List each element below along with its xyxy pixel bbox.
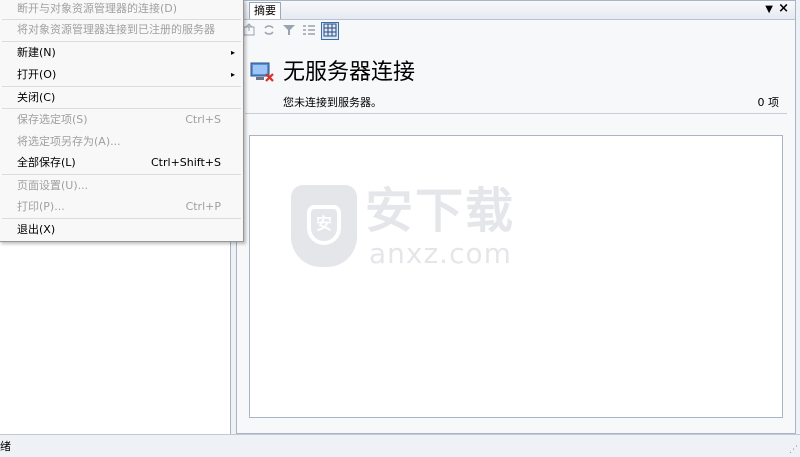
list-view-icon[interactable] bbox=[301, 23, 317, 39]
menu-item-label: 保存选定项(S) bbox=[17, 113, 88, 126]
menu-item-connect-registered[interactable]: 将对象资源管理器连接到已注册的服务器 bbox=[0, 19, 243, 41]
tab-summary-label: 摘要 bbox=[254, 4, 276, 17]
details-view-icon[interactable] bbox=[321, 22, 339, 40]
divider bbox=[245, 113, 787, 114]
menu-item-page-setup[interactable]: 页面设置(U)... bbox=[0, 175, 243, 197]
menu-item-label: 将对象资源管理器连接到已注册的服务器 bbox=[17, 23, 215, 36]
menu-item-label: 新建(N) bbox=[17, 46, 56, 59]
file-menu: 断开与对象资源管理器的连接(D) 将对象资源管理器连接到已注册的服务器 新建(N… bbox=[0, 0, 244, 242]
summary-list-view[interactable] bbox=[249, 135, 783, 418]
status-text: 绪 bbox=[0, 440, 11, 453]
menu-shortcut: Ctrl+Shift+S bbox=[151, 156, 221, 169]
menu-item-label: 打印(P)... bbox=[17, 200, 65, 213]
watermark-shield-icon: 安 bbox=[291, 185, 357, 267]
submenu-arrow-icon: ▸ bbox=[230, 48, 235, 57]
menu-item-label: 关闭(C) bbox=[17, 91, 56, 104]
summary-message: 您未连接到服务器。 bbox=[283, 96, 382, 109]
menu-item-save-as[interactable]: 将选定项另存为(A)... bbox=[0, 131, 243, 153]
page-title: 无服务器连接 bbox=[283, 60, 416, 85]
menu-item-label: 页面设置(U)... bbox=[17, 179, 89, 192]
menu-item-save-selected[interactable]: 保存选定项(S) Ctrl+S bbox=[0, 109, 243, 131]
watermark: 安 安下载 anxz.com bbox=[291, 185, 521, 275]
resize-grip-icon[interactable]: ⋰ bbox=[789, 445, 798, 455]
menu-item-disconnect[interactable]: 断开与对象资源管理器的连接(D) bbox=[0, 0, 243, 20]
watermark-domain: anxz.com bbox=[369, 237, 512, 270]
panel-dropdown-icon[interactable]: ▼ bbox=[765, 2, 773, 18]
menu-item-exit[interactable]: 退出(X) bbox=[0, 219, 243, 241]
close-icon[interactable]: × bbox=[778, 1, 789, 17]
sync-icon[interactable] bbox=[261, 23, 277, 39]
menu-item-label: 将选定项另存为(A)... bbox=[17, 135, 121, 148]
summary-header: 摘要 ▼ × bbox=[237, 1, 795, 20]
filter-icon[interactable] bbox=[281, 23, 297, 39]
item-count: 0 项 bbox=[757, 96, 780, 109]
tab-summary[interactable]: 摘要 bbox=[249, 2, 281, 19]
status-bar: 绪 ⋰ bbox=[0, 434, 800, 457]
menu-shortcut: Ctrl+S bbox=[185, 113, 221, 126]
menu-item-close[interactable]: 关闭(C) bbox=[0, 87, 243, 109]
summary-toolbar bbox=[237, 21, 795, 41]
menu-item-label: 退出(X) bbox=[17, 223, 56, 236]
watermark-shield-glyph: 安 bbox=[307, 205, 341, 245]
menu-item-label: 全部保存(L) bbox=[17, 156, 76, 169]
watermark-text: 安下载 bbox=[365, 183, 516, 239]
menu-item-print[interactable]: 打印(P)... Ctrl+P bbox=[0, 196, 243, 218]
disconnected-server-icon bbox=[250, 61, 276, 83]
menu-item-save-all[interactable]: 全部保存(L) Ctrl+Shift+S bbox=[0, 152, 243, 174]
menu-item-label: 断开与对象资源管理器的连接(D) bbox=[17, 2, 178, 15]
menu-item-new[interactable]: 新建(N) ▸ bbox=[0, 42, 243, 64]
menu-item-open[interactable]: 打开(O) ▸ bbox=[0, 64, 243, 86]
menu-shortcut: Ctrl+P bbox=[185, 200, 221, 213]
submenu-arrow-icon: ▸ bbox=[230, 70, 235, 79]
menu-item-label: 打开(O) bbox=[17, 68, 57, 81]
